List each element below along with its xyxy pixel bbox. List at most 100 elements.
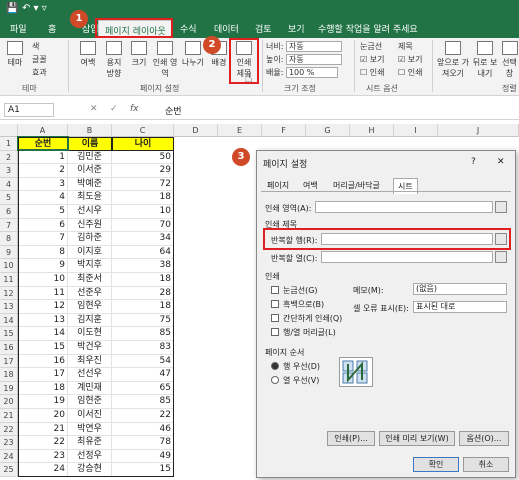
tab-view[interactable]: 보기 [288,22,305,35]
cell-b[interactable]: 박연우 [68,422,112,437]
cell-b[interactable]: 임현우 [68,300,112,314]
row-header[interactable]: 17 [0,354,18,369]
row-header[interactable]: 18 [0,368,18,382]
cell-a[interactable]: 12 [18,300,68,314]
cell-a[interactable]: 3 [18,177,68,192]
cell-a[interactable]: 8 [18,245,68,260]
row-header[interactable]: 16 [0,341,18,355]
row-header[interactable]: 13 [0,300,18,314]
cell-c[interactable]: 28 [112,286,174,301]
cell-a[interactable]: 14 [18,327,68,341]
row-header[interactable]: 25 [0,463,18,477]
row-header[interactable]: 23 [0,436,18,450]
row-header[interactable]: 21 [0,409,18,423]
draft-quality-checkbox[interactable] [271,314,279,322]
col-header-e[interactable]: E [218,124,262,137]
cell-c[interactable]: 18 [112,273,174,287]
row-header[interactable]: 5 [0,191,18,205]
row-header[interactable]: 8 [0,232,18,246]
save-icon[interactable]: 💾 [6,3,18,14]
tab-file[interactable]: 파일 [10,22,27,35]
over-then-down-radio[interactable] [271,376,279,384]
col-header-j[interactable]: J [438,124,519,137]
cell-b[interactable]: 이서준 [68,164,112,178]
row-header[interactable]: 6 [0,205,18,219]
help-button[interactable]: ? [471,157,476,167]
cell-b[interactable]: 이름 [68,137,112,151]
cell-b[interactable]: 김민준 [68,150,112,165]
cell-a[interactable]: 23 [18,449,68,464]
cell-a[interactable]: 2 [18,164,68,178]
cell-b[interactable]: 최우진 [68,354,112,369]
cell-c[interactable]: 85 [112,327,174,341]
cell-errors-select[interactable]: 표시된 대로 [413,301,507,313]
cell-c[interactable]: 15 [112,463,174,477]
row-header[interactable]: 14 [0,313,18,328]
col-header-i[interactable]: I [394,124,438,137]
cell-b[interactable]: 이서진 [68,409,112,423]
cell-b[interactable]: 계민재 [68,381,112,396]
cell-c[interactable]: 38 [112,259,174,273]
tab-home[interactable]: 홈 [48,22,56,35]
cell-c[interactable]: 64 [112,245,174,260]
row-header[interactable]: 9 [0,245,18,260]
row-header[interactable]: 10 [0,259,18,273]
cell-c[interactable]: 46 [112,422,174,437]
print-area-button[interactable]: 인쇄 영역 [152,41,178,79]
row-header[interactable]: 12 [0,286,18,301]
row-header[interactable]: 4 [0,177,18,192]
cell-c[interactable]: 47 [112,368,174,382]
theme-effects-button[interactable]: 효과 [32,67,47,78]
cell-a[interactable]: 7 [18,232,68,246]
print-preview-button[interactable]: 인쇄 미리 보기(W) [379,431,455,446]
row-col-headings-checkbox[interactable] [271,328,279,336]
cell-a[interactable]: 6 [18,218,68,233]
cell-c[interactable]: 78 [112,436,174,450]
selection-pane-button[interactable]: 선택 창 [500,41,519,79]
cell-b[interactable]: 신주원 [68,218,112,233]
row-header[interactable]: 19 [0,381,18,396]
print-button[interactable]: 인쇄(P)... [327,431,375,446]
cell-b[interactable]: 이도현 [68,327,112,341]
cell-b[interactable]: 이지호 [68,245,112,260]
cell-a[interactable]: 9 [18,259,68,273]
down-then-over-radio[interactable] [271,362,279,370]
row-header[interactable]: 15 [0,327,18,341]
cell-b[interactable]: 선선우 [68,368,112,382]
row-header[interactable]: 11 [0,273,18,287]
print-area-input[interactable] [315,201,493,213]
col-header-d[interactable]: D [174,124,218,137]
col-header-h[interactable]: H [350,124,394,137]
cell-b[interactable]: 박건우 [68,341,112,355]
scale-percent-spinner[interactable]: 100 % [285,67,338,78]
select-all-corner[interactable] [0,124,18,137]
cell-a[interactable]: 1 [18,150,68,165]
cell-c[interactable]: 18 [112,300,174,314]
range-picker-icon[interactable] [495,251,507,263]
cell-c[interactable]: 34 [112,232,174,246]
cell-b[interactable]: 강승현 [68,463,112,477]
cell-a[interactable]: 5 [18,205,68,219]
name-box[interactable]: A1 [4,103,54,117]
cell-b[interactable]: 최유준 [68,436,112,450]
gridlines-print-checkbox[interactable]: ☐ 인쇄 [360,67,384,78]
comments-select[interactable]: (없음) [413,283,507,295]
cell-a[interactable]: 18 [18,381,68,396]
cell-c[interactable]: 72 [112,177,174,192]
send-backward-button[interactable]: 뒤로 보내기 [472,41,498,79]
cancel-button[interactable]: 취소 [463,457,509,472]
col-header-g[interactable]: G [306,124,350,137]
range-picker-icon[interactable] [495,201,507,213]
cell-c[interactable]: 29 [112,164,174,178]
size-button[interactable]: 크기 [128,41,150,68]
close-button[interactable]: ✕ [497,157,505,167]
tab-formulas[interactable]: 수식 [180,22,197,35]
scale-height-select[interactable]: 자동 [285,54,342,65]
cell-a[interactable]: 4 [18,191,68,205]
cell-c[interactable]: 85 [112,395,174,409]
headings-view-checkbox[interactable]: ☑ 보기 [398,54,422,65]
cell-b[interactable]: 최준서 [68,273,112,287]
black-white-checkbox[interactable] [271,300,279,308]
cell-c[interactable]: 49 [112,449,174,464]
col-header-c[interactable]: C [112,124,174,137]
